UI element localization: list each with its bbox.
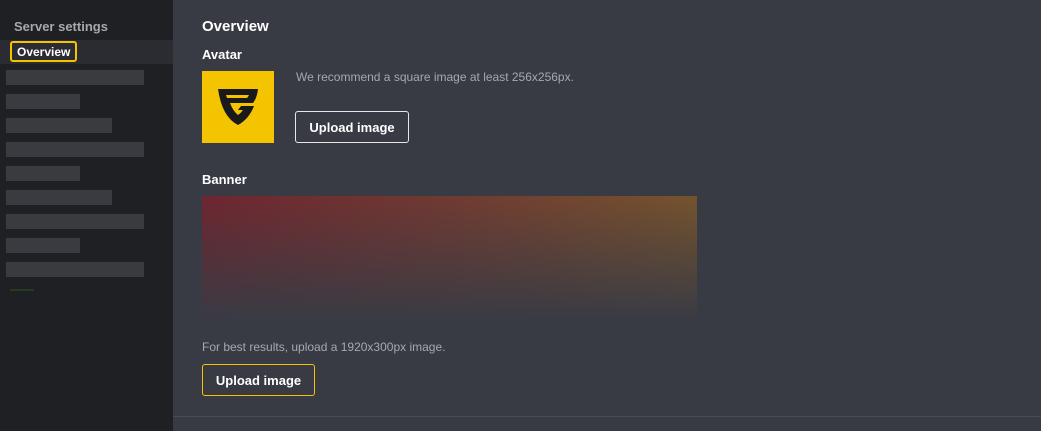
- avatar-hint: We recommend a square image at least 256…: [296, 70, 574, 84]
- avatar-preview: [202, 71, 274, 143]
- sidebar-scroll-sliver: [10, 289, 34, 291]
- sidebar-item-overview[interactable]: Overview: [10, 41, 78, 62]
- sidebar-item-placeholder-1[interactable]: [6, 70, 144, 85]
- avatar-label: Avatar: [202, 47, 242, 62]
- page-title: Overview: [202, 18, 269, 35]
- banner-hint: For best results, upload a 1920x300px im…: [202, 340, 446, 354]
- sidebar-item-placeholder-3[interactable]: [6, 118, 112, 133]
- banner-preview: [202, 196, 697, 320]
- sidebar-item-placeholder-2[interactable]: [6, 94, 80, 109]
- settings-sidebar: Server settings Overview: [0, 0, 173, 431]
- sidebar-item-placeholder-6[interactable]: [6, 190, 112, 205]
- sidebar-item-placeholder-9[interactable]: [6, 262, 144, 277]
- sidebar-item-placeholder-5[interactable]: [6, 166, 80, 181]
- sidebar-item-placeholder-8[interactable]: [6, 238, 80, 253]
- sidebar-item-placeholder-4[interactable]: [6, 142, 144, 157]
- sidebar-item-placeholder-7[interactable]: [6, 214, 144, 229]
- overview-panel: Overview Avatar We recommend a square im…: [173, 0, 1041, 431]
- guilded-logo-icon: [218, 89, 258, 125]
- avatar-upload-button[interactable]: Upload image: [295, 111, 409, 143]
- banner-label: Banner: [202, 172, 247, 187]
- sidebar-heading: Server settings: [14, 19, 108, 34]
- section-divider: [173, 416, 1041, 417]
- banner-upload-button[interactable]: Upload image: [202, 364, 315, 396]
